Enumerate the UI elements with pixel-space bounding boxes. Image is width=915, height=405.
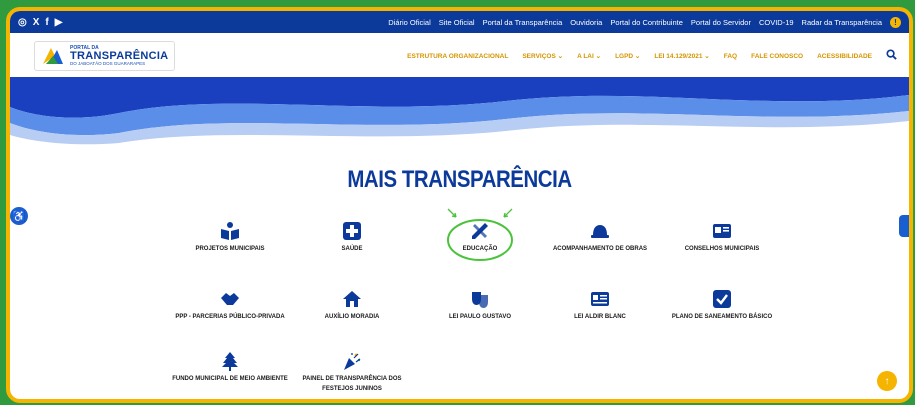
search-icon[interactable] bbox=[886, 49, 897, 63]
handshake-icon bbox=[220, 289, 240, 309]
item-saude[interactable]: SAÚDE bbox=[292, 221, 412, 255]
link-site-oficial[interactable]: Site Oficial bbox=[439, 18, 475, 27]
tree-icon bbox=[220, 351, 240, 371]
accessibility-icon[interactable]: ♿ bbox=[10, 207, 28, 225]
browser-frame: ◎ X f ▶ Diário Oficial Site Oficial Port… bbox=[6, 7, 913, 403]
link-portal-contribuinte[interactable]: Portal do Contribuinte bbox=[610, 18, 683, 27]
book-reader-icon bbox=[220, 221, 240, 241]
main-navbar: PORTAL DA TRANSPARÊNCIA DO JABOATÃO DOS … bbox=[10, 33, 909, 79]
site-logo[interactable]: PORTAL DA TRANSPARÊNCIA DO JABOATÃO DOS … bbox=[34, 40, 176, 72]
item-painel-festejos-juninos[interactable]: PAINEL DE TRANSPARÊNCIA DOS FESTEJOS JUN… bbox=[292, 351, 412, 394]
item-label: PAINEL DE TRANSPARÊNCIA DOS FESTEJOS JUN… bbox=[302, 376, 402, 392]
logo-mark-icon bbox=[43, 48, 63, 64]
instagram-icon[interactable]: ◎ bbox=[18, 17, 27, 28]
radar-badge-icon[interactable]: ! bbox=[890, 16, 901, 28]
item-label: PPP - PARCERIAS PÚBLICO-PRIVADA bbox=[175, 314, 285, 320]
theater-masks-icon bbox=[470, 289, 490, 309]
menu-lgpd[interactable]: LGPD ⌄ bbox=[615, 52, 640, 60]
side-widget-tab[interactable] bbox=[899, 215, 909, 237]
link-portal-servidor[interactable]: Portal do Servidor bbox=[691, 18, 751, 27]
pencil-ruler-icon bbox=[470, 221, 490, 241]
item-auxilio-moradia[interactable]: AUXÍLIO MORADIA bbox=[292, 289, 412, 323]
menu-acessibilidade[interactable]: ACESSIBILIDADE bbox=[817, 53, 872, 60]
link-radar-transparencia[interactable]: Radar da Transparência bbox=[802, 18, 882, 27]
back-to-top-button[interactable]: ↑ bbox=[877, 371, 897, 391]
item-label: FUNDO MUNICIPAL DE MEIO AMBIENTE bbox=[172, 376, 288, 382]
item-label: LEI ALDIR BLANC bbox=[574, 314, 626, 320]
item-plano-saneamento[interactable]: PLANO DE SANEAMENTO BÁSICO bbox=[662, 289, 782, 323]
item-label: AUXÍLIO MORADIA bbox=[324, 314, 380, 320]
x-icon[interactable]: X bbox=[33, 17, 40, 28]
item-conselhos-municipais[interactable]: CONSELHOS MUNICIPAIS bbox=[662, 221, 782, 255]
link-ouvidoria[interactable]: Ouvidoria bbox=[570, 18, 602, 27]
medical-cross-icon bbox=[342, 221, 362, 241]
top-links: Diário Oficial Site Oficial Portal da Tr… bbox=[388, 16, 901, 28]
checkbox-icon bbox=[712, 289, 732, 309]
house-icon bbox=[342, 289, 362, 309]
link-diario-oficial[interactable]: Diário Oficial bbox=[388, 18, 431, 27]
item-label: PLANO DE SANEAMENTO BÁSICO bbox=[671, 314, 773, 320]
logo-subtitle: DO JABOATÃO DOS GUARARAPES bbox=[70, 60, 146, 66]
social-links: ◎ X f ▶ bbox=[18, 17, 62, 28]
party-popper-icon bbox=[342, 351, 362, 371]
top-utility-bar: ◎ X f ▶ Diário Oficial Site Oficial Port… bbox=[10, 11, 909, 33]
item-fundo-meio-ambiente[interactable]: FUNDO MUNICIPAL DE MEIO AMBIENTE bbox=[170, 351, 290, 385]
item-educacao[interactable]: EDUCAÇÃO bbox=[420, 221, 540, 255]
item-projetos-municipais[interactable]: PROJETOS MUNICIPAIS bbox=[170, 221, 290, 255]
link-covid[interactable]: COVID-19 bbox=[759, 18, 794, 27]
item-label: LEI PAULO GUSTAVO bbox=[448, 314, 511, 320]
item-label: ACOMPANHAMENTO DE OBRAS bbox=[552, 246, 648, 252]
item-label: CONSELHOS MUNICIPAIS bbox=[684, 246, 760, 252]
id-card-icon bbox=[712, 221, 732, 241]
item-acompanhamento-obras[interactable]: ACOMPANHAMENTO DE OBRAS bbox=[540, 221, 660, 255]
item-lei-aldir-blanc[interactable]: LEI ALDIR BLANC bbox=[540, 289, 660, 323]
link-portal-transparencia[interactable]: Portal da Transparência bbox=[483, 18, 563, 27]
menu-fale-conosco[interactable]: FALE CONOSCO bbox=[751, 53, 803, 60]
item-label: PROJETOS MUNICIPAIS bbox=[195, 246, 265, 252]
logo-text: PORTAL DA TRANSPARÊNCIA DO JABOATÃO DOS … bbox=[70, 45, 168, 67]
facebook-icon[interactable]: f bbox=[45, 17, 48, 28]
item-label: EDUCAÇÃO bbox=[462, 246, 498, 252]
hard-hat-icon bbox=[590, 221, 610, 241]
menu-faq[interactable]: FAQ bbox=[724, 53, 737, 60]
menu-servicos[interactable]: SERVIÇOS ⌄ bbox=[522, 52, 563, 60]
decorative-wave bbox=[10, 77, 909, 145]
menu-lei[interactable]: LEI 14.129/2021 ⌄ bbox=[654, 52, 709, 60]
youtube-icon[interactable]: ▶ bbox=[55, 17, 63, 28]
newspaper-icon bbox=[590, 289, 610, 309]
menu-estrutura[interactable]: ESTRUTURA ORGANIZACIONAL bbox=[407, 53, 508, 60]
section-title: MAIS TRANSPARÊNCIA bbox=[347, 166, 572, 193]
menu-lai[interactable]: A LAI ⌄ bbox=[577, 52, 601, 60]
item-label: SAÚDE bbox=[341, 246, 363, 252]
item-ppp[interactable]: PPP - PARCERIAS PÚBLICO-PRIVADA bbox=[170, 289, 290, 323]
item-lei-paulo-gustavo[interactable]: LEI PAULO GUSTAVO bbox=[420, 289, 540, 323]
main-menu: ESTRUTURA ORGANIZACIONAL SERVIÇOS ⌄ A LA… bbox=[407, 49, 897, 63]
